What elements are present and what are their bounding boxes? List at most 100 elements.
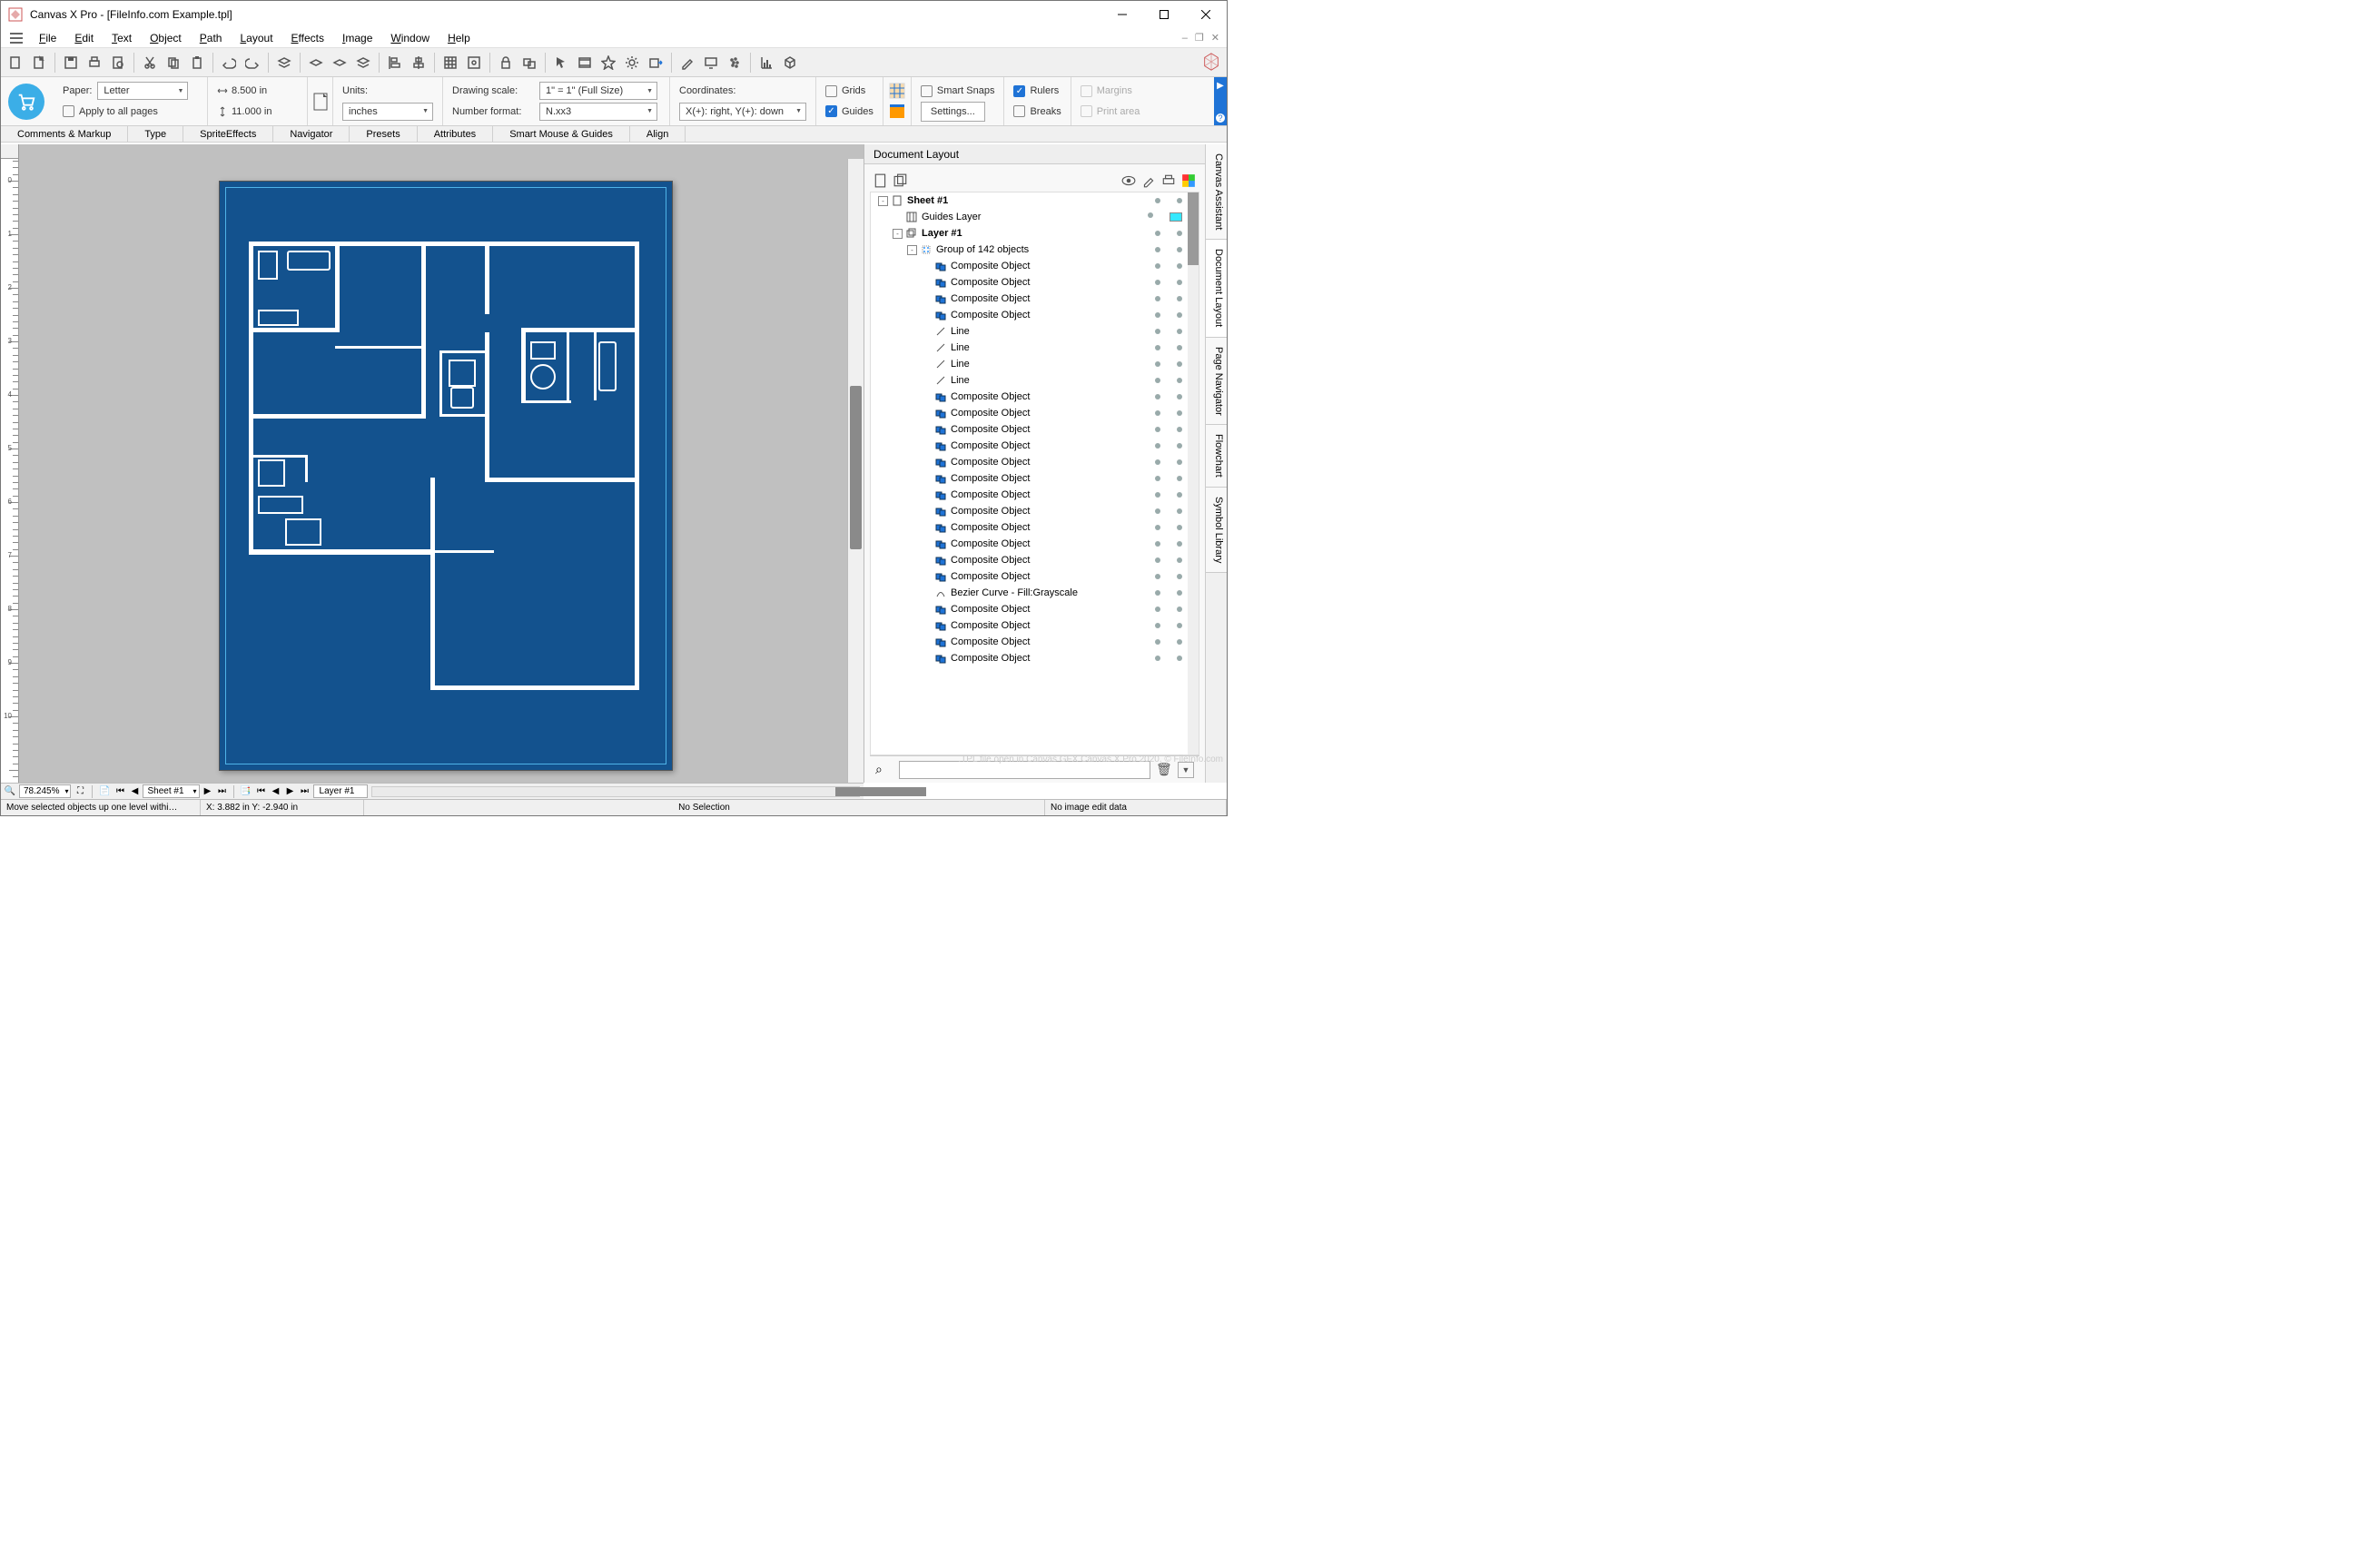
last-layer-button[interactable]: ⏭ (299, 786, 311, 796)
tree-row[interactable]: Composite Object (871, 601, 1199, 617)
preview-icon[interactable] (107, 52, 129, 74)
subpal-type[interactable]: Type (128, 126, 183, 142)
new-sheet-icon[interactable] (874, 173, 888, 188)
menu-edit[interactable]: Edit (65, 32, 103, 44)
export-icon[interactable] (645, 52, 666, 74)
horizontal-scrollbar[interactable] (371, 786, 860, 797)
sidetab-page-navigator[interactable]: Page Navigator (1206, 338, 1227, 426)
menu-layout[interactable]: Layout (231, 32, 281, 44)
tree-row[interactable]: -Layer #1 (871, 225, 1199, 242)
subpal-presets[interactable]: Presets (350, 126, 417, 142)
tree-row[interactable]: Composite Object (871, 470, 1199, 487)
align-left-icon[interactable] (384, 52, 406, 74)
subpal-smartmouse[interactable]: Smart Mouse & Guides (493, 126, 630, 142)
sheet-icon[interactable]: 📄 (97, 786, 112, 796)
guide-color-icon[interactable] (887, 102, 907, 122)
tree-twisty[interactable]: - (907, 245, 917, 255)
tree-twisty[interactable]: - (893, 229, 903, 239)
undo-icon[interactable] (218, 52, 240, 74)
zoom-fit-icon[interactable]: ⛶ (73, 786, 87, 796)
close-button[interactable] (1185, 1, 1227, 28)
tree-row[interactable]: Composite Object (871, 519, 1199, 536)
cube-icon[interactable] (779, 52, 801, 74)
guides-checkbox[interactable]: ✓Guides (825, 105, 874, 117)
tree-row[interactable]: -Group of 142 objects (871, 242, 1199, 258)
chart-icon[interactable] (755, 52, 777, 74)
tree-scrollbar-thumb[interactable] (1188, 192, 1199, 265)
layer-tree[interactable]: -Sheet #1Guides Layer-Layer #1-Group of … (870, 192, 1199, 755)
subpal-comments[interactable]: Comments & Markup (1, 126, 128, 142)
edit-icon[interactable] (676, 52, 698, 74)
tree-row[interactable]: Composite Object (871, 536, 1199, 552)
align-center-icon[interactable] (408, 52, 429, 74)
vertical-ruler[interactable]: 012345678910 (1, 159, 19, 783)
help-icon[interactable]: ? (1215, 113, 1226, 123)
menu-image[interactable]: Image (333, 32, 381, 44)
stack-down-icon[interactable] (329, 52, 350, 74)
tree-row[interactable]: Guides Layer (871, 209, 1199, 225)
maximize-button[interactable] (1143, 1, 1185, 28)
tree-row[interactable]: Composite Object (871, 568, 1199, 585)
menu-text[interactable]: Text (103, 32, 141, 44)
tree-row[interactable]: Composite Object (871, 389, 1199, 405)
tree-row[interactable]: Composite Object (871, 634, 1199, 650)
last-sheet-button[interactable]: ⏭ (216, 786, 229, 796)
next-sheet-button[interactable]: ▶ (202, 786, 214, 796)
layer-icon[interactable]: 📑 (239, 786, 253, 796)
tree-row[interactable]: Line (871, 356, 1199, 372)
doc-restore-icon[interactable]: ❐ (1195, 32, 1204, 44)
menu-window[interactable]: Window (381, 32, 439, 44)
grid-color-icon[interactable] (887, 81, 907, 101)
group-icon[interactable] (518, 52, 540, 74)
tree-row[interactable]: -Sheet #1 (871, 192, 1199, 209)
layer-color-swatch[interactable] (1170, 212, 1182, 222)
menu-path[interactable]: Path (191, 32, 232, 44)
doc-minimize-icon[interactable]: – (1182, 33, 1188, 44)
spray-icon[interactable] (724, 52, 745, 74)
tree-row[interactable]: Line (871, 340, 1199, 356)
menu-object[interactable]: Object (141, 32, 191, 44)
minimize-button[interactable] (1101, 1, 1143, 28)
subpal-sprite[interactable]: SpriteEffects (183, 126, 273, 142)
floorplan-drawing[interactable] (249, 242, 639, 690)
media-icon[interactable] (574, 52, 596, 74)
doc-close-icon[interactable]: ✕ (1211, 32, 1219, 44)
grids-checkbox[interactable]: Grids (825, 85, 865, 97)
subpal-attributes[interactable]: Attributes (418, 126, 493, 142)
page-height[interactable]: 11.000 in (232, 106, 271, 117)
apply-all-checkbox[interactable]: Apply to all pages (63, 105, 158, 117)
prev-layer-button[interactable]: ◀ (270, 786, 282, 796)
edit-tool-icon[interactable] (1141, 173, 1156, 188)
tree-row[interactable]: Composite Object (871, 291, 1199, 307)
grid-icon[interactable] (439, 52, 461, 74)
stack-top-icon[interactable] (273, 52, 295, 74)
pointer-icon[interactable] (550, 52, 572, 74)
tree-row[interactable]: Composite Object (871, 405, 1199, 421)
options-collapse-tab[interactable]: ▶? (1214, 77, 1227, 125)
settings-button[interactable]: Settings... (921, 102, 985, 122)
tree-row[interactable]: Composite Object (871, 552, 1199, 568)
visibility-icon[interactable] (1121, 173, 1136, 188)
tree-row[interactable]: Composite Object (871, 438, 1199, 454)
print-layer-icon[interactable] (1161, 173, 1176, 188)
tree-row[interactable]: Composite Object (871, 454, 1199, 470)
sidetab-canvas-assistant[interactable]: Canvas Assistant (1206, 144, 1227, 240)
tree-row[interactable]: Composite Object (871, 274, 1199, 291)
subpal-navigator[interactable]: Navigator (273, 126, 350, 142)
tree-row[interactable]: Composite Object (871, 503, 1199, 519)
ruler-corner[interactable] (1, 144, 19, 159)
cut-icon[interactable] (139, 52, 161, 74)
tree-row[interactable]: Line (871, 372, 1199, 389)
subpal-align[interactable]: Align (630, 126, 686, 142)
snap-icon[interactable] (463, 52, 485, 74)
breaks-checkbox[interactable]: Breaks (1013, 105, 1061, 117)
redo-icon[interactable] (242, 52, 263, 74)
menu-file[interactable]: File (30, 32, 65, 44)
first-layer-button[interactable]: ⏮ (255, 786, 268, 796)
paper-dropdown[interactable]: Letter (97, 82, 188, 100)
first-sheet-button[interactable]: ⏮ (114, 786, 126, 796)
page-width[interactable]: 8.500 in (232, 85, 267, 96)
new-template-icon[interactable] (28, 52, 50, 74)
tree-row[interactable]: Composite Object (871, 307, 1199, 323)
horizontal-scrollbar-thumb[interactable] (835, 787, 926, 796)
